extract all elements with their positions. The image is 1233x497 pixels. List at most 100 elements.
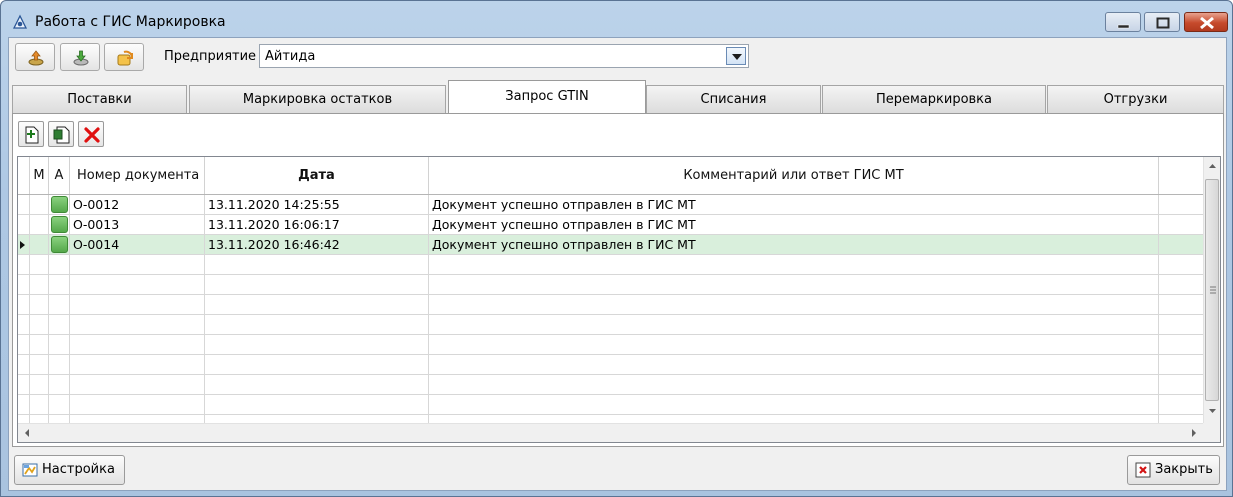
cell-m: [30, 215, 49, 235]
client-area: Предприятие Айтида Поставки Маркировка о…: [8, 37, 1227, 491]
settings-button[interactable]: Настройка: [14, 455, 125, 485]
download-button[interactable]: [60, 43, 100, 71]
cell-date: [205, 295, 429, 315]
status-ok-icon: [51, 196, 68, 213]
cell-a: [49, 395, 70, 415]
cell-filler: [1159, 375, 1203, 395]
delete-icon: [84, 127, 100, 143]
tab-remarking[interactable]: Перемаркировка: [822, 85, 1046, 113]
maximize-button[interactable]: [1144, 12, 1180, 32]
column-header-a[interactable]: А: [49, 157, 70, 194]
column-header-m[interactable]: М: [30, 157, 49, 194]
documents-grid[interactable]: М А Номер документа Дата Комментарий или…: [17, 156, 1221, 443]
table-row[interactable]: [18, 275, 1203, 295]
vertical-scroll-thumb[interactable]: [1205, 179, 1219, 401]
cell-a: [49, 195, 70, 215]
cell-number: [70, 395, 205, 415]
table-row[interactable]: [18, 335, 1203, 355]
table-row[interactable]: [18, 295, 1203, 315]
close-window-button[interactable]: [1184, 12, 1228, 32]
cell-m: [30, 355, 49, 375]
cell-a: [49, 355, 70, 375]
edit-document-icon: [53, 126, 70, 144]
cell-m: [30, 195, 49, 215]
row-indicator: [18, 355, 30, 375]
scroll-up-icon: [1209, 164, 1216, 168]
cell-comment: [429, 275, 1159, 295]
enterprise-dropdown-button[interactable]: [726, 47, 746, 65]
scroll-corner: [1203, 423, 1220, 442]
cell-m: [30, 335, 49, 355]
title-bar[interactable]: Работа с ГИС Маркировка: [1, 1, 1232, 37]
row-indicator: [18, 255, 30, 275]
cell-a: [49, 375, 70, 395]
horizontal-scrollbar[interactable]: [18, 423, 1203, 442]
cell-number: [70, 375, 205, 395]
tab-marking-stock[interactable]: Маркировка остатков: [189, 85, 446, 113]
cell-filler: [1159, 335, 1203, 355]
cell-filler: [1159, 275, 1203, 295]
scroll-left-icon: [25, 429, 29, 437]
column-header-comment[interactable]: Комментарий или ответ ГИС МТ: [429, 157, 1159, 194]
tab-writeoffs[interactable]: Списания: [646, 85, 821, 113]
cell-number: [70, 315, 205, 335]
enterprise-select[interactable]: Айтида: [259, 44, 749, 68]
cell-comment: [429, 315, 1159, 335]
cell-filler: [1159, 355, 1203, 375]
tab-postavki[interactable]: Поставки: [12, 85, 187, 113]
table-row[interactable]: О-0012 13.11.2020 14:25:55 Документ успешн…: [18, 195, 1203, 215]
cell-comment: Документ успешно отправлен в ГИС МТ: [429, 215, 1159, 235]
settings-icon: [22, 463, 38, 477]
refresh-button[interactable]: [104, 43, 144, 71]
close-button[interactable]: Закрыть: [1127, 455, 1220, 485]
cell-filler: [1159, 235, 1203, 255]
grid-header: М А Номер документа Дата Комментарий или…: [18, 157, 1203, 195]
cell-number: О-0012: [70, 195, 205, 215]
vertical-scrollbar[interactable]: [1203, 157, 1220, 423]
delete-document-button[interactable]: [78, 121, 104, 147]
table-row[interactable]: О-0013 13.11.2020 16:06:17 Документ успешн…: [18, 215, 1203, 235]
row-indicator: [18, 315, 30, 335]
column-header-number[interactable]: Номер документа: [70, 157, 205, 194]
tab-gtin-request[interactable]: Запрос GTIN: [448, 80, 646, 114]
cell-date: [205, 255, 429, 275]
cell-m: [30, 295, 49, 315]
cell-comment: [429, 295, 1159, 315]
indicator-column-header: [18, 157, 30, 194]
cell-number: О-0013: [70, 215, 205, 235]
table-row[interactable]: [18, 355, 1203, 375]
settings-label: Настройка: [42, 462, 115, 477]
row-indicator: [18, 235, 30, 255]
table-row[interactable]: О-0014 13.11.2020 16:46:42 Документ успешн…: [18, 235, 1203, 255]
tab-page-gtin-request: М А Номер документа Дата Комментарий или…: [12, 113, 1224, 447]
upload-button[interactable]: [15, 43, 55, 71]
main-window: Работа с ГИС Маркировка Предприятие Айти…: [0, 0, 1233, 497]
cell-m: [30, 235, 49, 255]
tab-shipments[interactable]: Отгрузки: [1047, 85, 1224, 113]
minimize-button[interactable]: [1105, 12, 1141, 32]
edit-document-button[interactable]: [48, 121, 74, 147]
scroll-down-icon: [1209, 409, 1216, 413]
row-indicator: [18, 295, 30, 315]
column-header-date[interactable]: Дата: [205, 157, 429, 194]
import-icon: [73, 50, 89, 66]
table-row[interactable]: [18, 395, 1203, 415]
table-row[interactable]: [18, 375, 1203, 395]
close-label: Закрыть: [1155, 462, 1213, 477]
status-ok-icon: [51, 216, 68, 233]
cell-m: [30, 315, 49, 335]
cell-date: [205, 275, 429, 295]
export-icon: [28, 50, 44, 66]
cell-a: [49, 255, 70, 275]
cell-date: [205, 355, 429, 375]
cell-number: [70, 275, 205, 295]
cell-comment: [429, 355, 1159, 375]
cell-date: 13.11.2020 14:25:55: [205, 195, 429, 215]
cell-comment: [429, 335, 1159, 355]
new-document-button[interactable]: [18, 121, 44, 147]
cell-date: [205, 335, 429, 355]
table-row[interactable]: [18, 255, 1203, 275]
row-indicator: [18, 375, 30, 395]
table-row[interactable]: [18, 315, 1203, 335]
app-icon: [12, 14, 28, 29]
